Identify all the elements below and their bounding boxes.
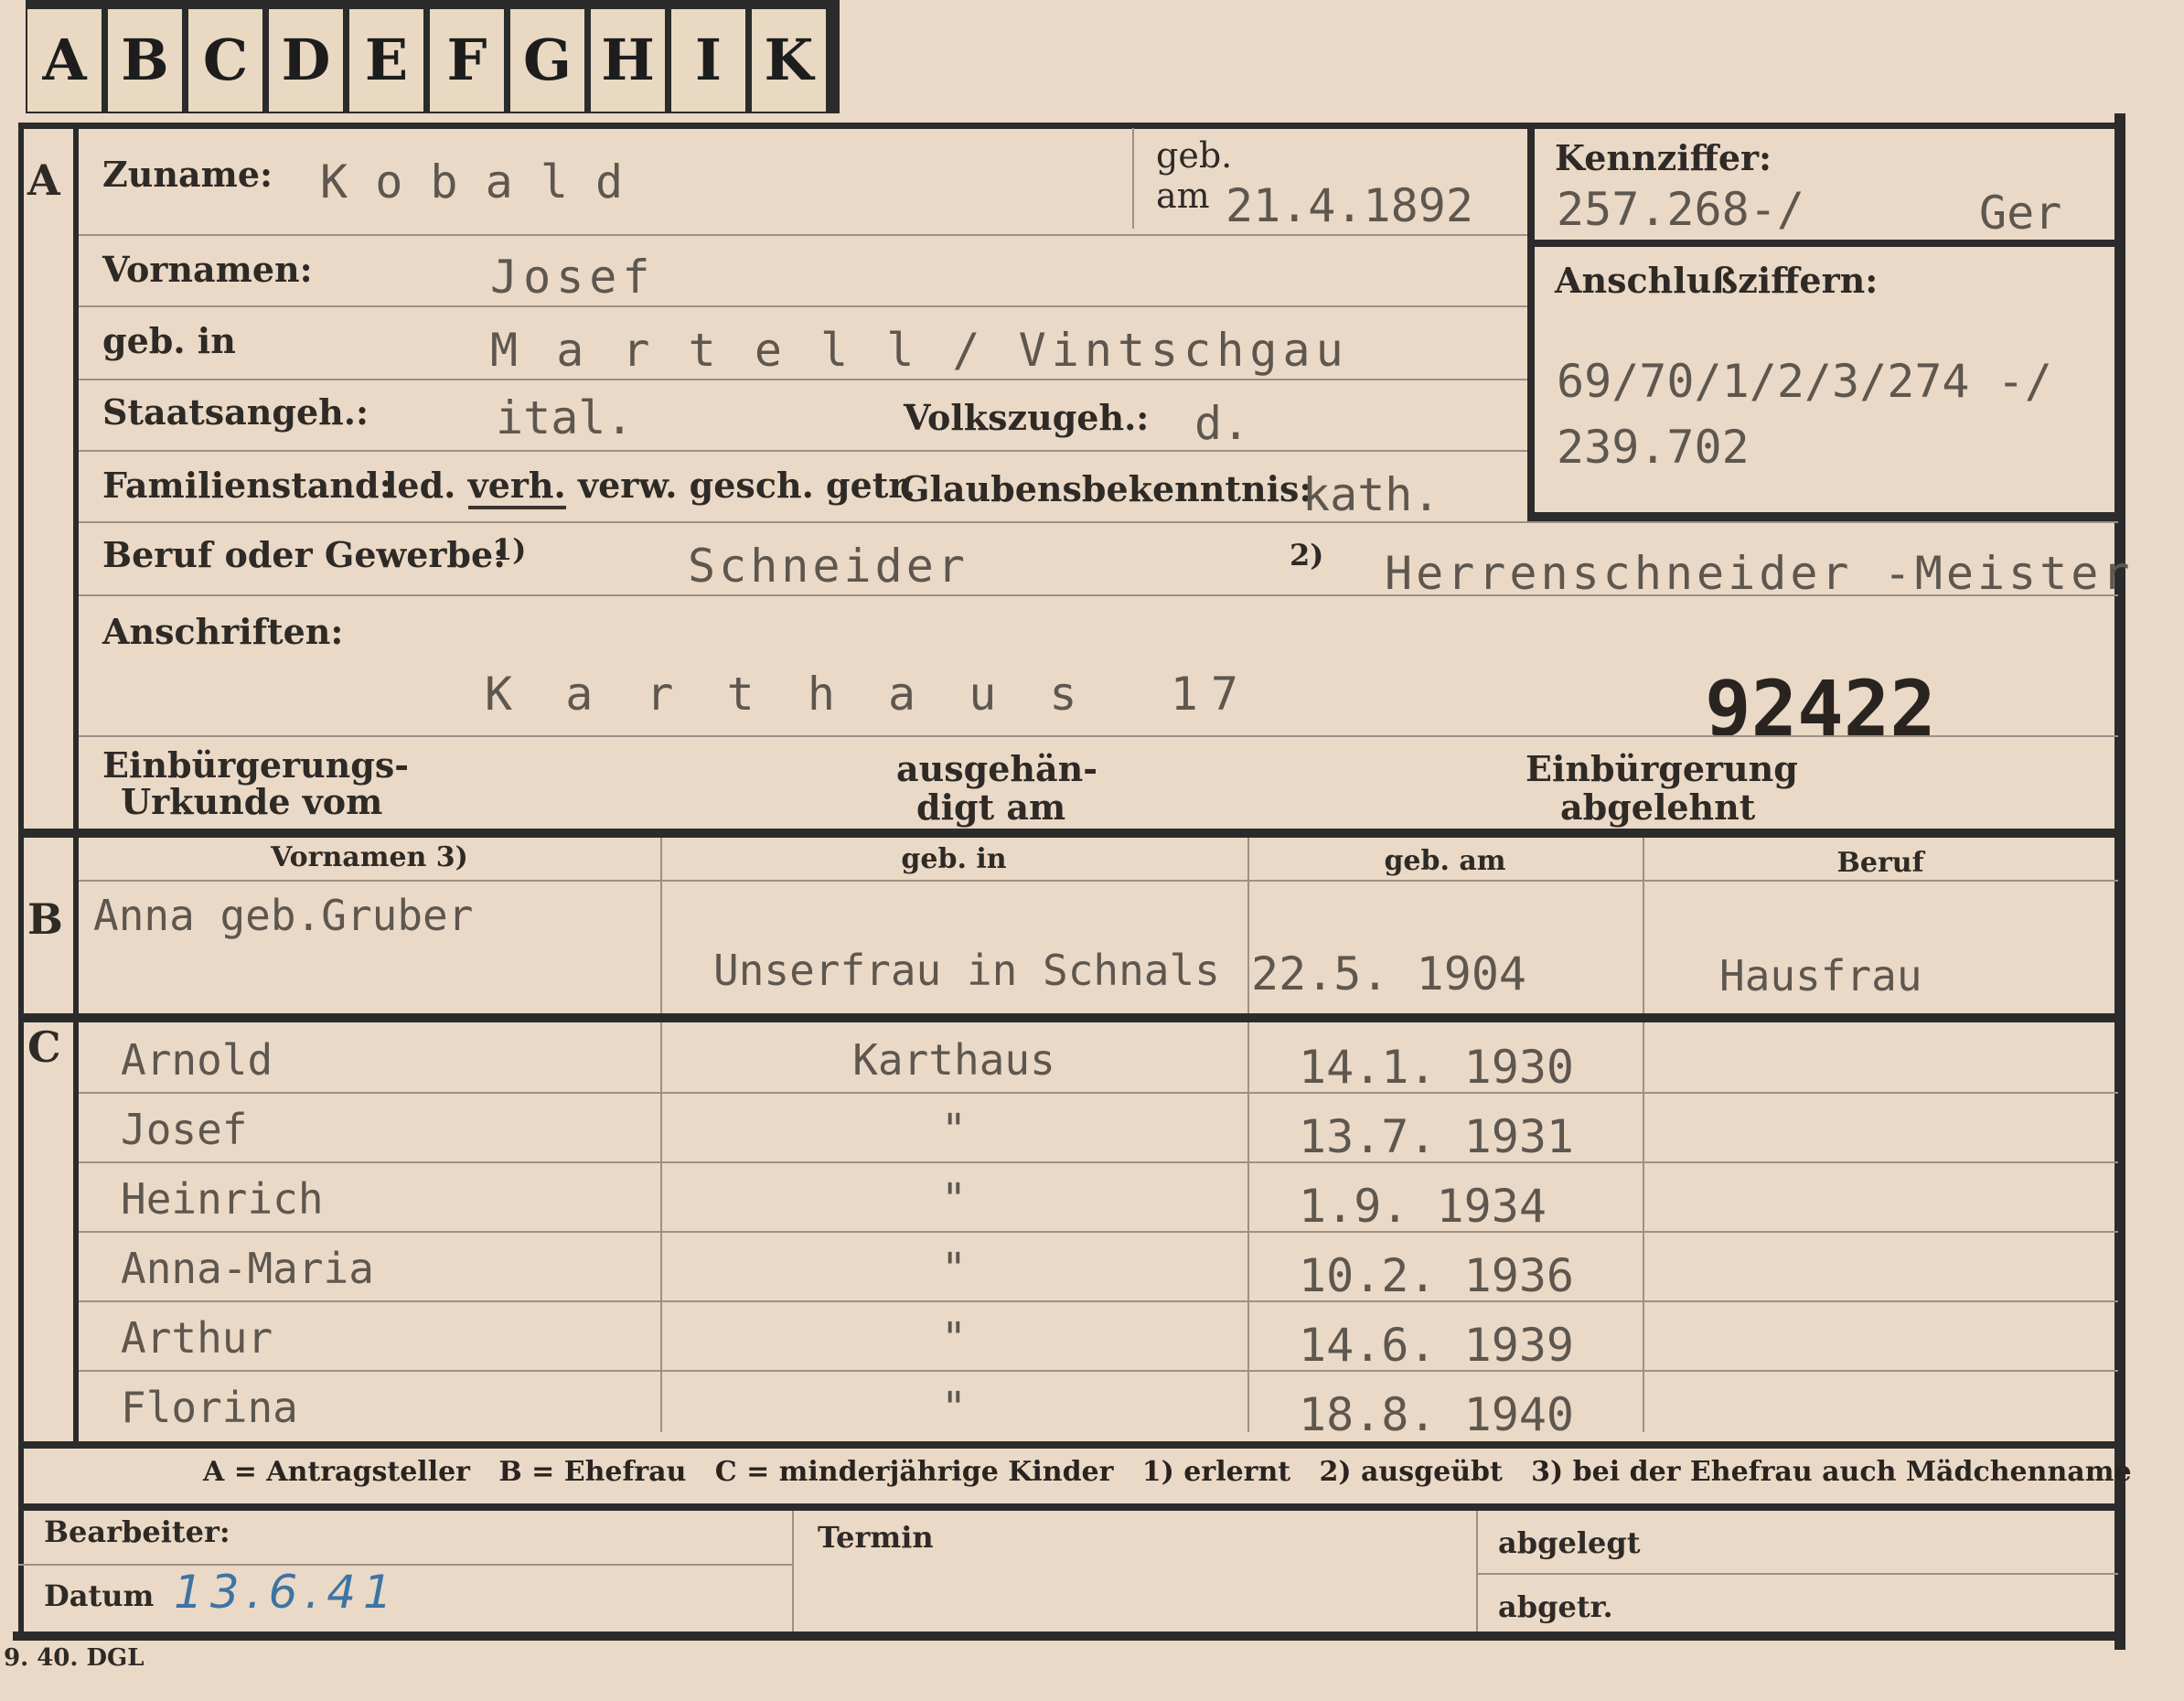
row-divider — [79, 1231, 2118, 1233]
birthplace-value: M a r t e l l / Vintschgau — [490, 324, 1349, 377]
index-tab-e: E — [349, 9, 428, 112]
marital-label: Familienstand: — [102, 465, 392, 506]
section-c-letter: C — [27, 1022, 61, 1072]
header-born-on: geb. am — [1384, 845, 1506, 877]
child-born-on: 14.6. 1939 — [1299, 1319, 1575, 1372]
child-name: Florina — [121, 1383, 298, 1432]
refused-label-2: abgelehnt — [1560, 786, 1756, 828]
connect-label: Anschlußziffern: — [1555, 260, 1879, 301]
religion-label: Glaubensbekenntnis: — [900, 468, 1312, 509]
nationality-value: d. — [1194, 397, 1250, 450]
occupation-mark-1: 1) — [492, 532, 527, 567]
row-divider — [79, 1092, 2118, 1094]
child-name: Anna-Maria — [121, 1244, 374, 1293]
appointment-label: Termin — [818, 1520, 934, 1555]
header-born-in: geb. in — [901, 843, 1007, 875]
issued-label-1: ausgehän- — [896, 748, 1098, 789]
citizenship-label: Staatsangeh.: — [102, 391, 369, 433]
occupation-practiced: Herrenschneider -Meister — [1385, 547, 2134, 600]
index-tab-a: A — [27, 9, 106, 112]
stamp-number: 92422 — [1705, 664, 1936, 754]
born-label: geb. — [1156, 135, 1233, 176]
section-b-letter: B — [27, 894, 63, 944]
index-tab-c: C — [188, 9, 267, 112]
religion-value: kath. — [1302, 468, 1440, 521]
id-suffix: Ger — [1979, 187, 2062, 240]
firstname-value: Josef — [490, 251, 656, 304]
id-number: 257.268-/ — [1557, 183, 1804, 236]
surname-label: Zuname: — [102, 154, 273, 195]
naturalization-label-2: Urkunde vom — [121, 781, 383, 822]
child-name: Arthur — [121, 1313, 273, 1363]
citizenship-value: ital. — [496, 391, 634, 444]
born-on-label: am — [1156, 176, 1210, 216]
child-born-on: 10.2. 1936 — [1299, 1249, 1575, 1302]
index-tab-i: I — [671, 9, 750, 112]
print-mark: 9. 40. DGL — [4, 1644, 145, 1672]
child-born-on: 18.8. 1940 — [1299, 1388, 1575, 1441]
child-born-in: " — [941, 1105, 967, 1154]
address-label: Anschriften: — [102, 611, 344, 652]
index-tab-k: K — [752, 9, 830, 112]
marital-option-divorced: gesch. — [689, 465, 814, 506]
birthplace-label: geb. in — [102, 320, 236, 361]
processor-label: Bearbeiter: — [44, 1514, 230, 1549]
row-divider — [79, 1370, 2118, 1372]
child-born-in: " — [941, 1313, 967, 1363]
marital-option-single: led. — [384, 465, 456, 506]
nationality-label: Volkszugeh.: — [904, 397, 1150, 438]
id-label: Kennziffer: — [1555, 137, 1772, 178]
connect-line1: 69/70/1/2/3/274 -/ — [1557, 355, 2052, 408]
child-name: Josef — [121, 1105, 248, 1154]
date-value: 13.6.41 — [174, 1566, 400, 1619]
wife-born-on: 22.5. 1904 — [1251, 947, 1527, 1000]
index-tab-g: G — [510, 9, 589, 112]
issued-label-2: digt am — [916, 786, 1066, 828]
marital-options: led. verh. verw. gesch. getr. — [384, 465, 915, 509]
child-born-in: " — [941, 1174, 967, 1224]
index-tab-b: B — [108, 9, 187, 112]
child-name: Arnold — [121, 1035, 273, 1085]
sent-label: abgetr. — [1498, 1589, 1613, 1624]
connect-line2: 239.702 — [1557, 421, 1750, 474]
index-tab-h: H — [591, 9, 669, 112]
section-a-letter: A — [27, 155, 60, 205]
child-born-in: " — [941, 1383, 967, 1432]
wife-occupation: Hausfrau — [1719, 951, 1922, 1000]
address-value: K a r t h a u s 17 — [485, 668, 1251, 721]
naturalization-label-1: Einbürgerungs- — [102, 744, 410, 786]
occupation-mark-2: 2) — [1290, 538, 1324, 572]
date-label: Datum — [44, 1578, 155, 1613]
born-date: 21.4.1892 — [1226, 179, 1473, 232]
wife-name: Anna geb.Gruber — [93, 891, 474, 940]
child-name: Heinrich — [121, 1174, 324, 1224]
child-born-in: " — [941, 1244, 967, 1293]
surname-value: K o b a l d — [320, 155, 624, 209]
child-born-in: Karthaus — [852, 1035, 1055, 1085]
occupation-learned: Schneider — [688, 540, 969, 593]
wife-born-in: Unserfrau in Schnals — [713, 946, 1220, 995]
index-tab-d: D — [269, 9, 348, 112]
filed-label: abgelegt — [1498, 1525, 1641, 1560]
child-born-on: 14.1. 1930 — [1299, 1041, 1575, 1094]
firstname-label: Vornamen: — [102, 249, 313, 290]
header-occupation: Beruf — [1836, 847, 1924, 879]
marital-option-married: verh. — [467, 465, 566, 509]
legend: A = Antragsteller B = Ehefrau C = minder… — [203, 1456, 2132, 1488]
header-firstnames: Vornamen 3) — [271, 841, 468, 873]
refused-label-1: Einbürgerung — [1526, 748, 1798, 789]
index-tab-f: F — [430, 9, 509, 112]
occupation-label: Beruf oder Gewerbe: — [102, 534, 507, 575]
child-born-on: 1.9. 1934 — [1299, 1180, 1547, 1233]
marital-option-widowed: verw. — [578, 465, 678, 506]
row-divider — [79, 1300, 2118, 1302]
child-born-on: 13.7. 1931 — [1299, 1110, 1575, 1163]
row-divider — [79, 1161, 2118, 1163]
